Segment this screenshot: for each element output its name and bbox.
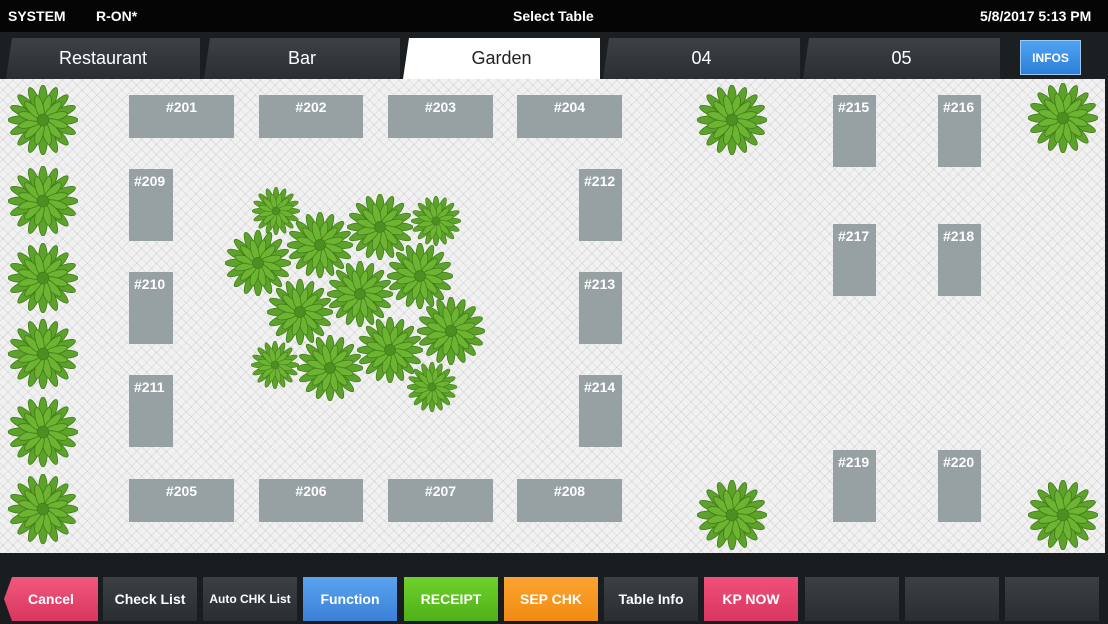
table-220[interactable]: #220 (938, 450, 981, 522)
area-tabs: Restaurant Bar Garden 04 05 (0, 32, 1108, 79)
table-219[interactable]: #219 (833, 450, 876, 522)
plant-icon (697, 480, 767, 550)
empty-function-button-2[interactable] (905, 577, 999, 621)
cancel-button[interactable]: Cancel (4, 577, 98, 621)
top-bar: SYSTEM R-ON* Select Table 5/8/2017 5:13 … (0, 0, 1108, 32)
empty-function-button-3[interactable] (1005, 577, 1099, 621)
infos-button[interactable]: INFOS (1020, 40, 1081, 75)
table-203[interactable]: #203 (388, 95, 493, 138)
table-202[interactable]: #202 (259, 95, 363, 138)
plant-icon (8, 319, 78, 389)
plant-icon (697, 85, 767, 155)
table-205[interactable]: #205 (129, 479, 234, 522)
plant-icon (8, 85, 78, 155)
table-215[interactable]: #215 (833, 95, 876, 167)
tab-restaurant[interactable]: Restaurant (6, 38, 200, 79)
table-214[interactable]: #214 (579, 375, 622, 447)
tab-bar[interactable]: Bar (204, 38, 400, 79)
screen-title: Select Table (513, 8, 594, 24)
table-207[interactable]: #207 (388, 479, 493, 522)
empty-function-button-1[interactable] (805, 577, 899, 621)
auto-chk-list-button[interactable]: Auto CHK List (203, 577, 297, 621)
table-217[interactable]: #217 (833, 224, 876, 296)
plant-icon (297, 335, 363, 401)
table-211[interactable]: #211 (129, 375, 173, 447)
check-list-button[interactable]: Check List (103, 577, 197, 621)
table-201[interactable]: #201 (129, 95, 234, 138)
table-info-button[interactable]: Table Info (604, 577, 698, 621)
table-210[interactable]: #210 (129, 272, 173, 344)
plant-icon (1028, 83, 1098, 153)
tab-04[interactable]: 04 (603, 38, 800, 79)
table-216[interactable]: #216 (938, 95, 981, 167)
plant-icon (1028, 480, 1098, 550)
receipt-button[interactable]: RECEIPT (404, 577, 498, 621)
plant-icon (417, 297, 485, 365)
datetime-label: 5/8/2017 5:13 PM (980, 8, 1092, 24)
system-label[interactable]: SYSTEM (8, 8, 66, 24)
plant-icon (407, 362, 457, 412)
function-bar: Cancel Check List Auto CHK List Function… (0, 553, 1108, 624)
tab-05[interactable]: 05 (803, 38, 1000, 79)
table-218[interactable]: #218 (938, 224, 981, 296)
plant-icon (251, 341, 299, 389)
table-213[interactable]: #213 (579, 272, 622, 344)
table-212[interactable]: #212 (579, 169, 622, 241)
tab-garden[interactable]: Garden (403, 38, 600, 79)
table-204[interactable]: #204 (517, 95, 622, 138)
plant-icon (8, 243, 78, 313)
plant-icon (8, 166, 78, 236)
plant-icon (8, 397, 78, 467)
table-208[interactable]: #208 (517, 479, 622, 522)
kp-now-button[interactable]: KP NOW (704, 577, 798, 621)
table-206[interactable]: #206 (259, 479, 363, 522)
mode-label: R-ON* (96, 8, 138, 24)
table-209[interactable]: #209 (129, 169, 173, 241)
function-button[interactable]: Function (303, 577, 397, 621)
plant-icon (411, 196, 461, 246)
floor-plan: #201 #202 #203 #204 #205 #206 #207 #208 … (0, 79, 1105, 553)
plant-icon (8, 474, 78, 544)
sep-chk-button[interactable]: SEP CHK (504, 577, 598, 621)
